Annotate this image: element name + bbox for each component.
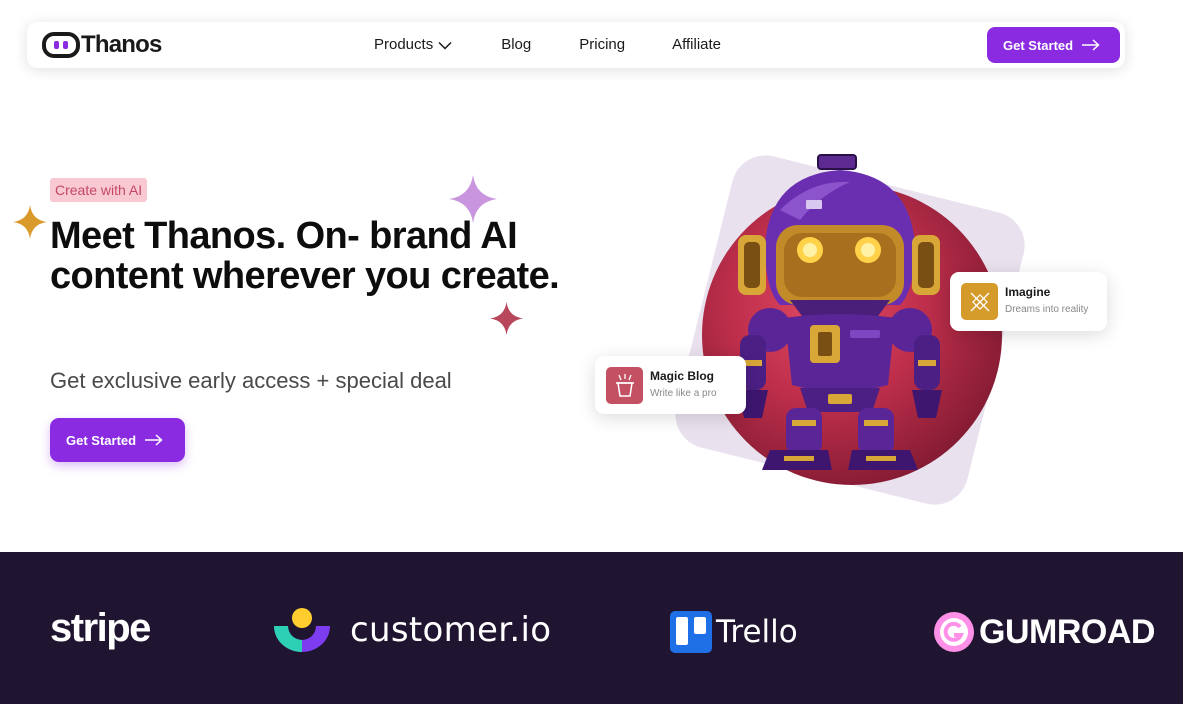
logo-text: Thanos [81, 31, 162, 58]
nav-products-label: Products [374, 36, 434, 53]
trello-logo: Trello [670, 611, 798, 653]
brand-logo[interactable]: Thanos [42, 31, 162, 59]
nav-affiliate[interactable]: Affiliate [672, 35, 721, 55]
customer-io-wordmark: customer.io [350, 610, 552, 650]
imagine-subtitle: Dreams into reality [1005, 304, 1089, 315]
red-sparkle-icon [490, 302, 523, 335]
magic-hat-icon [606, 367, 643, 404]
nav-get-started-button[interactable]: Get Started [987, 27, 1120, 63]
customer-io-logo: customer.io [272, 608, 551, 652]
customer-io-mark-icon [274, 608, 330, 652]
stripe-logo: stripe [50, 606, 151, 650]
nav-cta-label: Get Started [1003, 37, 1074, 53]
imagine-card: Imagine Dreams into reality [950, 272, 1107, 331]
nav-pricing[interactable]: Pricing [579, 35, 625, 55]
chevron-down-icon [438, 41, 452, 50]
nav-links: Products Blog Pricing Affiliate [374, 35, 768, 55]
magic-wand-icon [961, 283, 998, 320]
hero-subhead: Get exclusive early access + special dea… [50, 368, 452, 393]
arrow-right-icon [145, 434, 163, 446]
nav-products[interactable]: Products [374, 35, 452, 55]
trello-wordmark: Trello [716, 614, 798, 650]
gumroad-wordmark: GUMROAD [979, 612, 1155, 651]
logo-robot-icon [42, 32, 80, 58]
gumroad-g-icon [934, 612, 974, 652]
hero-cta-label: Get Started [66, 432, 137, 448]
create-with-ai-badge: Create with AI [50, 178, 148, 202]
gold-sparkle-icon [13, 205, 47, 239]
nav-blog[interactable]: Blog [501, 35, 531, 55]
trello-board-icon [670, 611, 712, 653]
hero-headline: Meet Thanos. On- brand AI content wherev… [50, 215, 560, 297]
hero-get-started-button[interactable]: Get Started [50, 418, 185, 462]
imagine-title: Imagine [1005, 285, 1051, 299]
gumroad-logo: GUMROAD [933, 611, 1155, 653]
magic-blog-card: Magic Blog Write like a pro [595, 356, 746, 414]
top-navbar: Thanos Products Blog Pricing Affiliate G… [27, 22, 1125, 68]
magic-blog-subtitle: Write like a pro [650, 388, 717, 399]
magic-blog-title: Magic Blog [650, 369, 715, 383]
arrow-right-icon [1082, 39, 1100, 51]
